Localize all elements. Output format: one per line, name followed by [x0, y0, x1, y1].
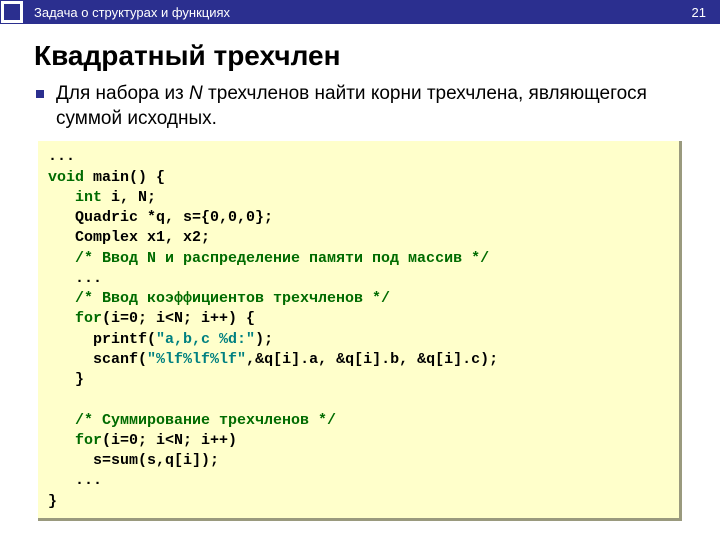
- code-line: ,&q[i].a, &q[i].b, &q[i].c);: [246, 351, 498, 368]
- code-line: scanf(: [48, 351, 147, 368]
- code-line: Complex x1, x2;: [48, 229, 210, 246]
- code-comment: /* Ввод коэффициентов трехчленов */: [48, 290, 390, 307]
- code-line: (i=0; i<N; i++) {: [102, 310, 255, 327]
- code-keyword: int: [75, 189, 102, 206]
- code-line: [48, 432, 75, 449]
- code-line: }: [48, 371, 84, 388]
- slide-header: Задача о структурах и функциях 21: [0, 0, 720, 24]
- code-line: i, N;: [102, 189, 156, 206]
- code-line: printf(: [48, 331, 156, 348]
- code-line: ...: [48, 270, 102, 287]
- header-topic: Задача о структурах и функциях: [34, 5, 230, 20]
- code-block-wrap: ... void main() { int i, N; Quadric *q, …: [38, 141, 682, 521]
- bullet-n: N: [189, 83, 203, 104]
- bullet-text: Для набора из N трехчленов найти корни т…: [56, 82, 686, 131]
- code-keyword: for: [75, 432, 102, 449]
- bullet-prefix: Для набора из: [56, 83, 189, 104]
- code-line: [48, 189, 75, 206]
- page-number: 21: [692, 5, 706, 20]
- code-block: ... void main() { int i, N; Quadric *q, …: [38, 141, 682, 521]
- code-line: );: [255, 331, 273, 348]
- code-line: s=sum(s,q[i]);: [48, 452, 219, 469]
- code-line: ...: [48, 148, 75, 165]
- bullet-square-icon: [36, 90, 44, 98]
- code-line: }: [48, 493, 57, 510]
- code-keyword: for: [75, 310, 102, 327]
- code-comment: /* Суммирование трехчленов */: [48, 412, 336, 429]
- code-line: (i=0; i<N; i++): [102, 432, 237, 449]
- header-square-icon: [0, 0, 24, 24]
- code-line: ...: [48, 472, 102, 489]
- code-line: Quadric *q, s={0,0,0};: [48, 209, 273, 226]
- code-keyword: void: [48, 169, 84, 186]
- code-comment: /* Ввод N и распределение памяти под мас…: [48, 250, 489, 267]
- code-line: main() {: [84, 169, 165, 186]
- code-string: "%lf%lf%lf": [147, 351, 246, 368]
- bullet-item: Для набора из N трехчленов найти корни т…: [34, 82, 686, 131]
- header-strip: Задача о структурах и функциях 21: [24, 0, 720, 24]
- code-line: [48, 310, 75, 327]
- code-string: "a,b,c %d:": [156, 331, 255, 348]
- slide-body: Квадратный трехчлен Для набора из N трех…: [0, 24, 720, 521]
- slide-title: Квадратный трехчлен: [34, 40, 686, 72]
